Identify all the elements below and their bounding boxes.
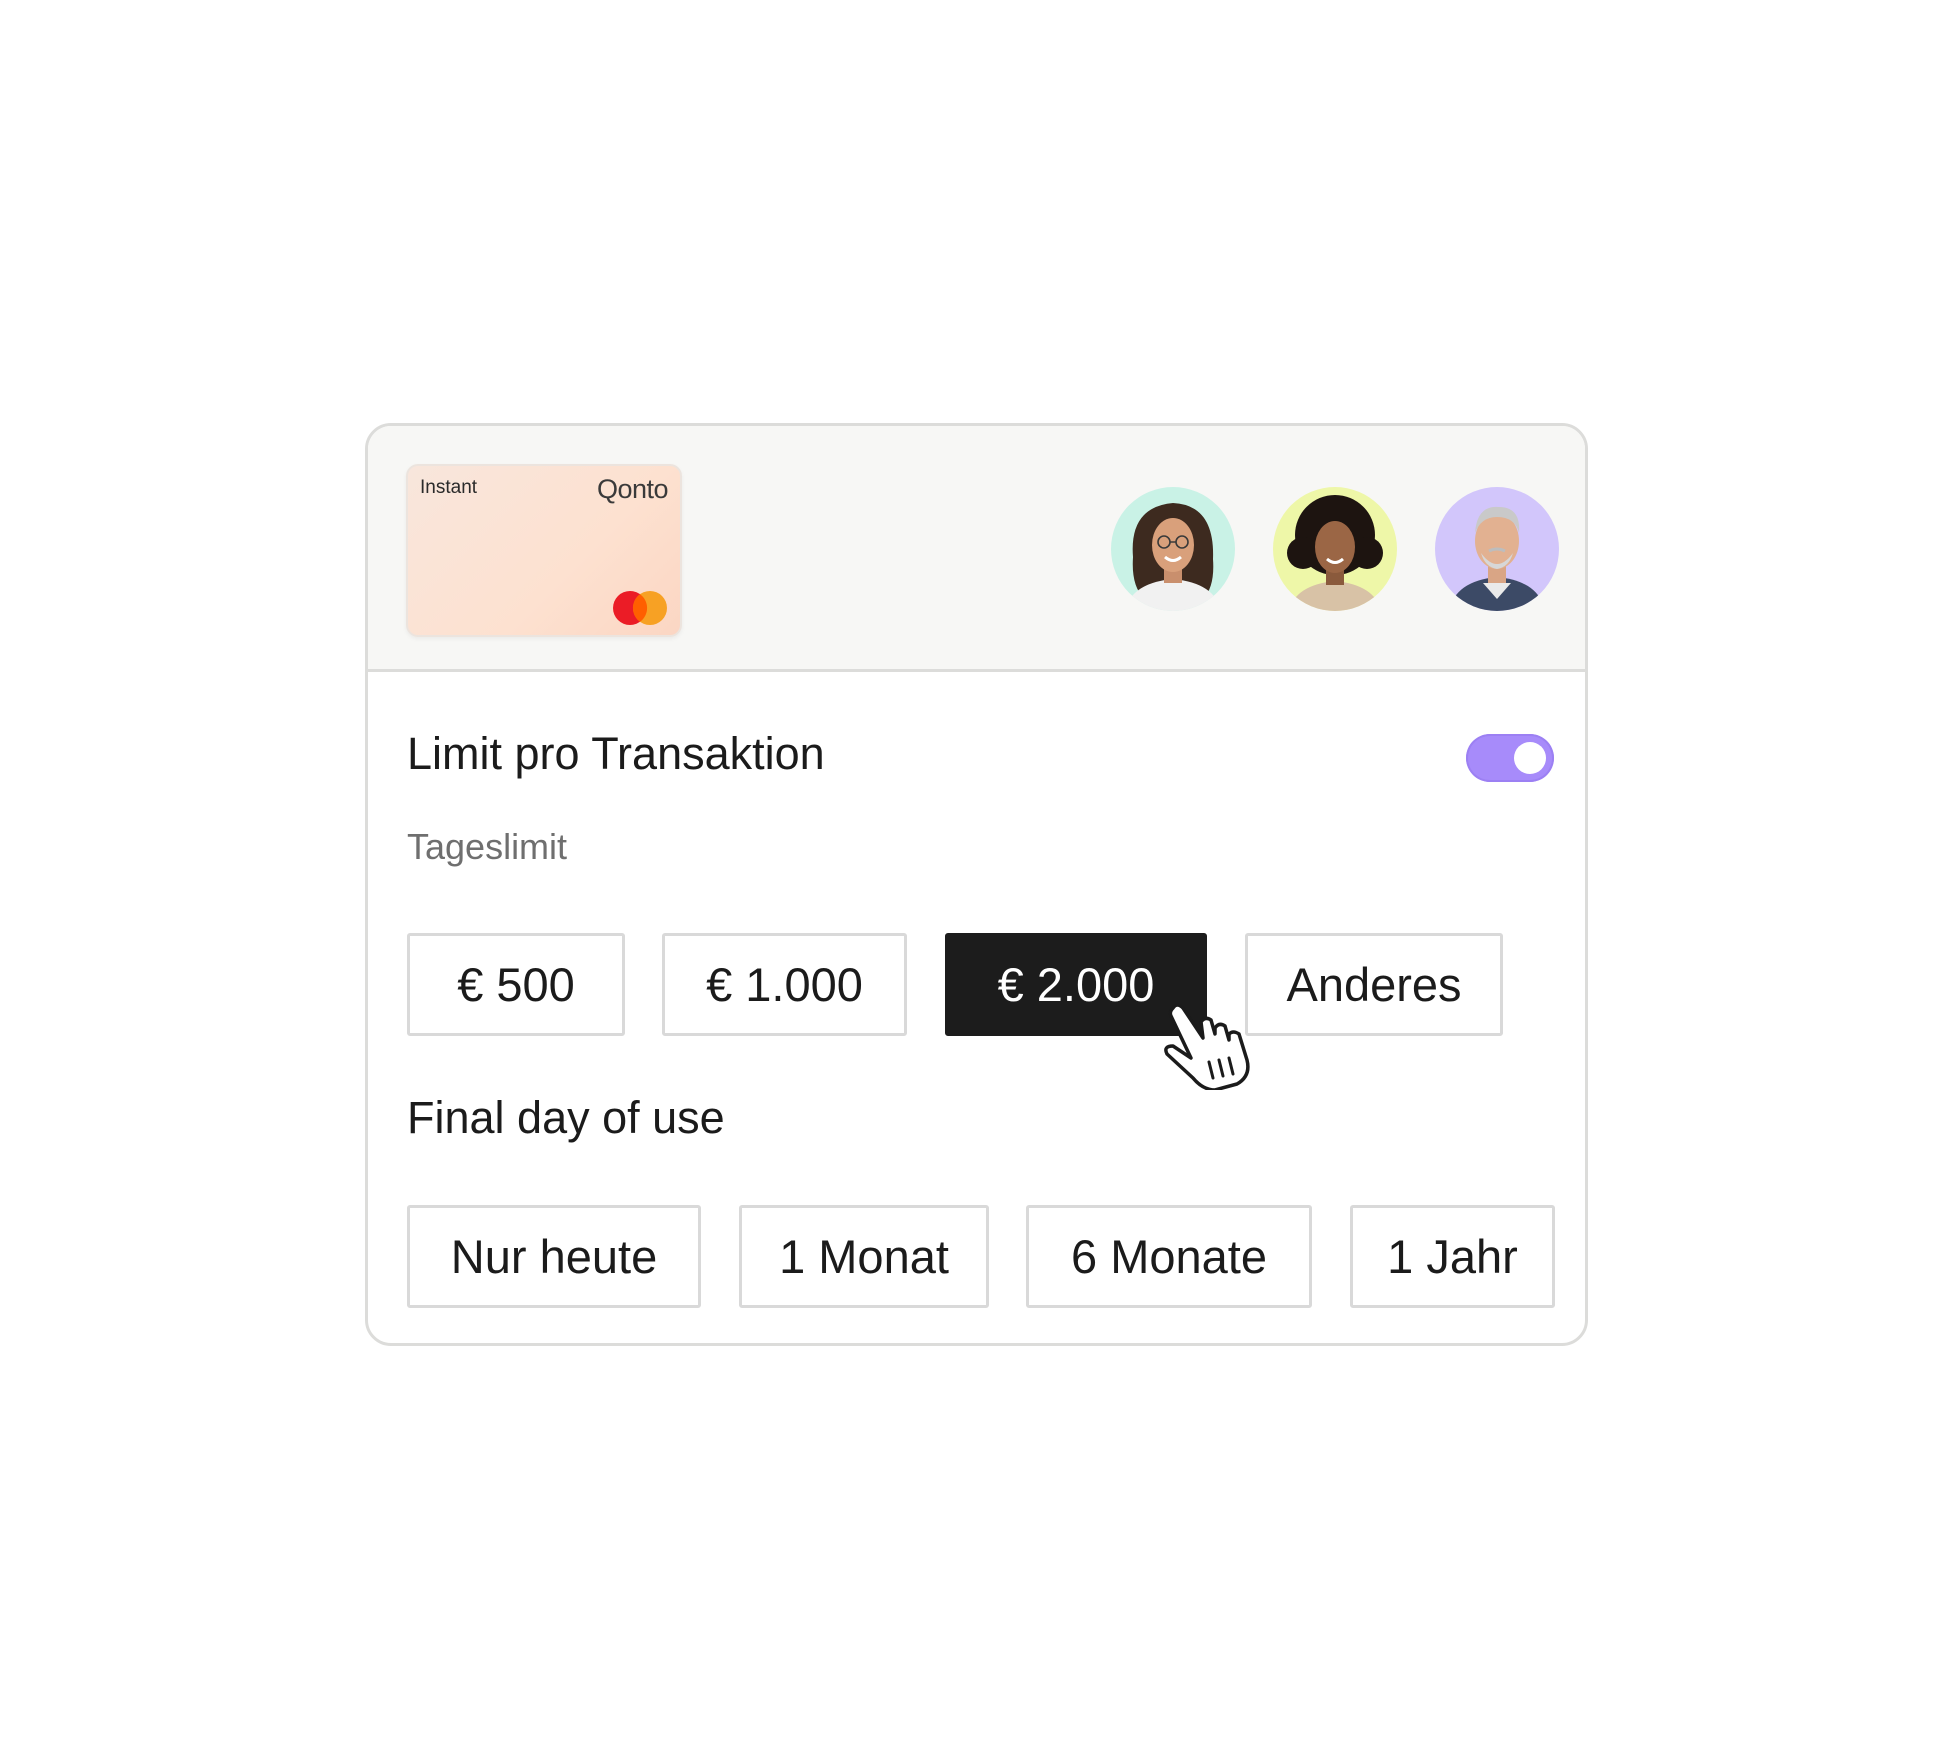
payment-card[interactable]: Instant Qonto [406,464,682,637]
avatar-woman-curly[interactable] [1273,487,1397,611]
person-icon [1449,506,1545,611]
limit-option-other[interactable]: Anderes [1245,933,1503,1036]
avatar-man-grey[interactable] [1435,487,1559,611]
limit-option-1000[interactable]: € 1.000 [662,933,907,1036]
avatar-woman-glasses[interactable] [1111,487,1235,611]
person-icon [1287,495,1383,611]
transaction-limit-title: Limit pro Transaktion [407,728,825,779]
hand-pointer-cursor-icon [1164,1003,1250,1090]
limit-option-500[interactable]: € 500 [407,933,625,1036]
final-day-title: Final day of use [407,1092,725,1143]
transaction-limit-toggle[interactable] [1466,734,1554,782]
card-header: Instant Qonto [368,426,1585,672]
duration-option-6-months[interactable]: 6 Monate [1026,1205,1312,1308]
card-brand-logo: Qonto [596,474,669,504]
duration-option-1-year[interactable]: 1 Jahr [1350,1205,1555,1308]
person-icon [1125,503,1221,611]
daily-limit-label: Tageslimit [407,826,568,867]
mastercard-logo-icon [613,591,667,625]
duration-option-1-month[interactable]: 1 Monat [739,1205,989,1308]
duration-option-today[interactable]: Nur heute [407,1205,701,1308]
toggle-knob [1514,742,1546,774]
card-settings-panel: Instant Qonto Limit pro Transaktion Tage… [365,423,1588,1346]
card-type-label: Instant [420,477,478,498]
